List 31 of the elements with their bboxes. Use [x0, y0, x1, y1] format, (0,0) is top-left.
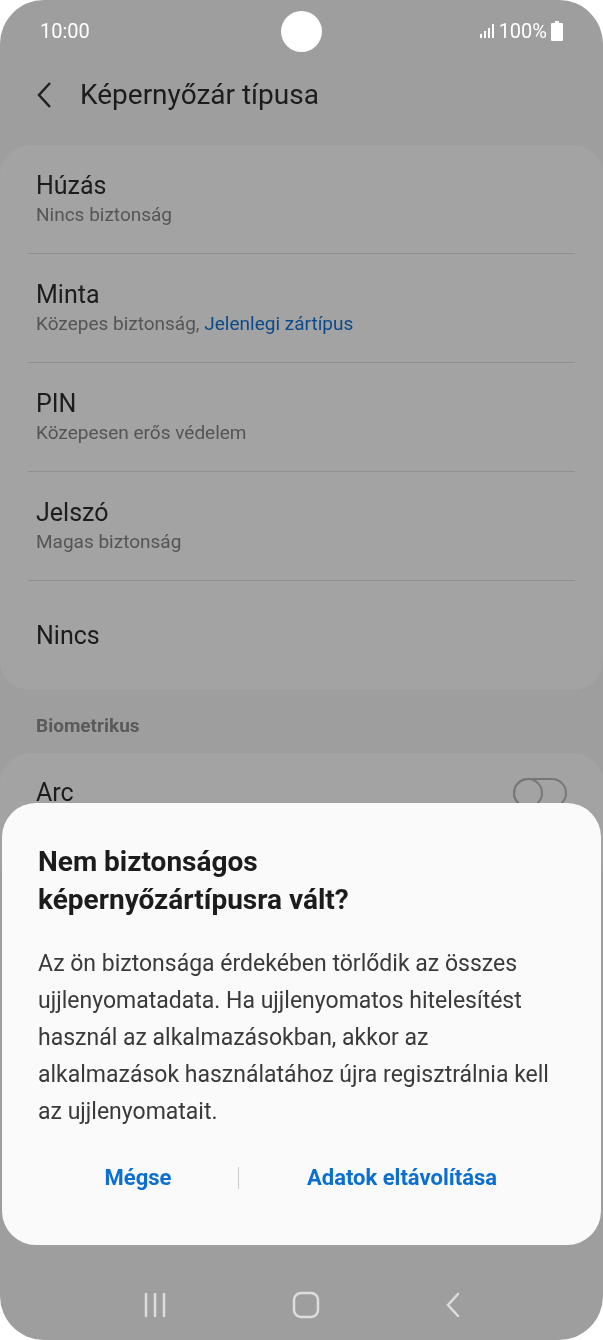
signal-icon — [478, 23, 495, 39]
lock-type-option[interactable]: Nincs — [28, 581, 575, 690]
status-time: 10:00 — [40, 18, 90, 45]
option-subtitle: Magas biztonság — [36, 529, 182, 555]
option-title: Jelszó — [36, 497, 110, 529]
option-title: Minta — [36, 279, 101, 311]
option-title: Nincs — [36, 619, 101, 652]
back-nav-icon[interactable] — [444, 1292, 461, 1318]
dialog-button[interactable]: Mégse — [38, 1155, 238, 1200]
home-icon[interactable] — [291, 1291, 320, 1319]
lock-type-option[interactable]: Jelszó Magas biztonság — [28, 472, 575, 581]
dialog-button[interactable]: Adatok eltávolítása — [239, 1155, 565, 1200]
option-subtitle: Nincs biztonság — [36, 202, 172, 228]
battery-percent: 100% — [498, 18, 547, 45]
lock-type-option[interactable]: Húzás Nincs biztonság — [28, 145, 575, 254]
recent-apps-icon[interactable] — [142, 1292, 167, 1318]
camera-cutout — [281, 11, 322, 52]
current-lock-label: Jelenlegi zártípus — [204, 311, 354, 337]
option-title: Húzás — [36, 170, 108, 202]
section-heading: Biometrikus — [35, 713, 141, 739]
page-title: Képernyőzár típusa — [80, 77, 319, 113]
option-title: PIN — [36, 388, 78, 420]
lock-type-option[interactable]: Minta Közepes biztonság, Jelenlegi zártípus — [28, 254, 575, 363]
dialog-message: Az ön biztonsága érdekében törlődik az összes ujjlenyomatadata. Ha ujjlenyomatos hitelesítést használ az alkalmazásokban, akkor az alkalmazások használatához újra regisztrálnia kell az ujjlenyomatait. — [38, 949, 550, 1127]
lock-type-option[interactable]: PIN Közepesen erős védelem — [28, 363, 575, 472]
dialog-title: Nem biztonságos képernyőzártípusra vált? — [38, 844, 350, 918]
option-subtitle: Közepes biztonság, — [36, 311, 201, 337]
option-title: Arc — [36, 776, 74, 809]
back-icon — [36, 81, 52, 109]
option-subtitle: Közepesen erős védelem — [36, 420, 247, 446]
battery-icon — [551, 21, 563, 41]
